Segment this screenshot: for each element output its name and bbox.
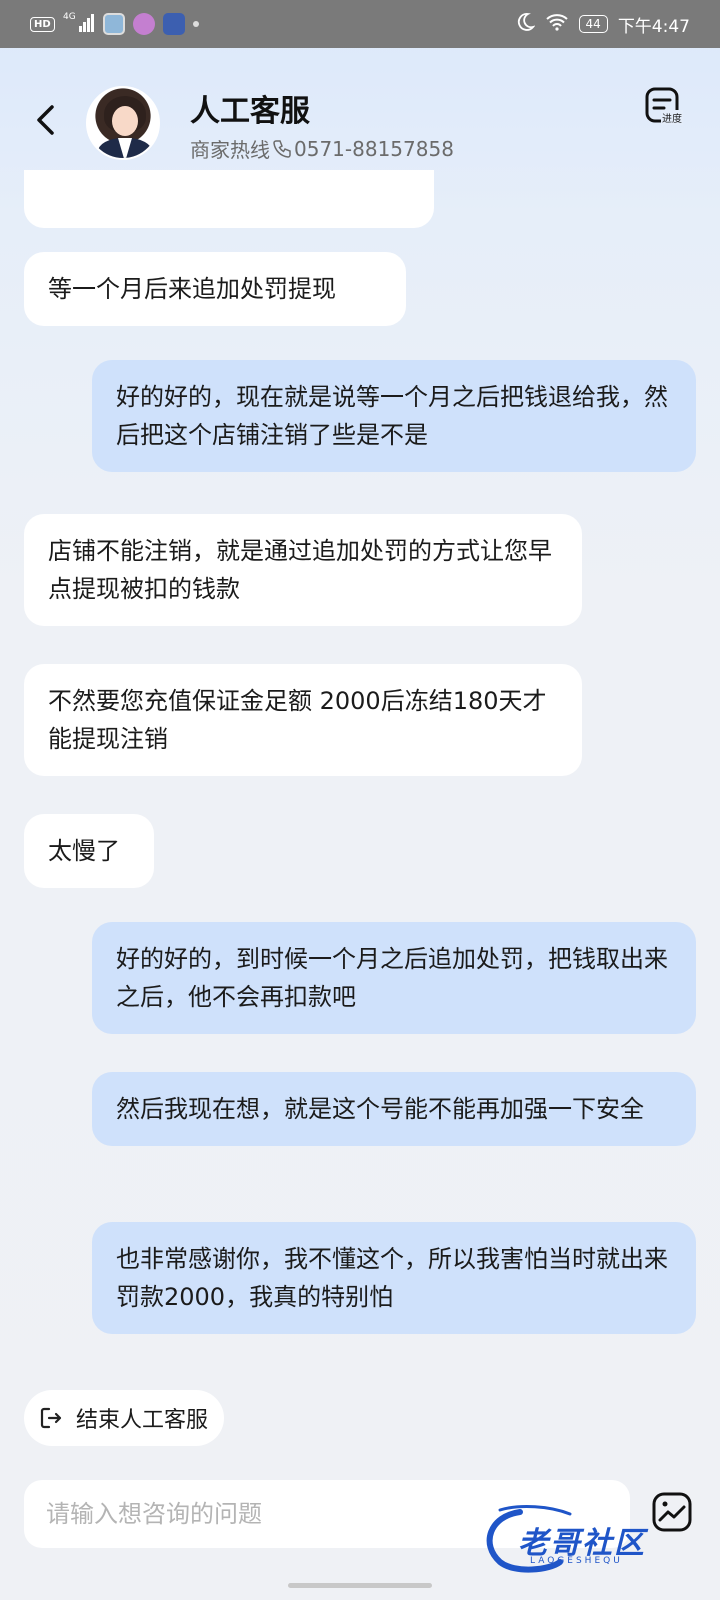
page-title: 人工客服 [190, 94, 310, 129]
app-notification-icon [102, 13, 125, 35]
message-bubble-user: 也非常感谢你，我不懂这个，所以我害怕当时就出来罚款2000，我真的特别怕 [92, 1222, 696, 1334]
watermark-subtext: LAOGESHEQU [530, 1556, 623, 1566]
progress-button[interactable]: 进度 [640, 86, 684, 134]
moon-icon [515, 12, 536, 37]
end-human-service-button[interactable]: 结束人工客服 [24, 1390, 225, 1446]
app-notification-icon [132, 13, 155, 35]
signal-icon: 4G [63, 11, 95, 38]
message-bubble-user: 好的好的，现在就是说等一个月之后把钱退给我，然后把这个店铺注销了些是不是 [92, 360, 696, 472]
network-type: 4G [63, 12, 76, 22]
avatar[interactable] [86, 86, 160, 160]
phone-icon [273, 139, 291, 158]
end-service-label: 结束人工客服 [76, 1408, 209, 1433]
message-bubble-agent: 不然要您充值保证金足额 2000后冻结180天才能提现注销 [24, 664, 582, 776]
message-bubble-user: 然后我现在想，就是这个号能不能再加强一下安全 [92, 1072, 696, 1146]
app-notification-icon [162, 13, 185, 35]
message-bubble-agent: 太慢了 [24, 814, 154, 888]
hd-indicator: HD [30, 16, 55, 32]
back-arrow-icon [37, 105, 54, 135]
exit-icon [40, 1407, 62, 1429]
wifi-icon [545, 12, 569, 37]
message-bubble-agent: 等一个月后来追加处罚提现 [24, 252, 406, 326]
back-button[interactable] [28, 98, 64, 142]
merchant-hotline[interactable]: 商家热线 0571-88157858 [190, 134, 454, 163]
status-bar: HD 4G 44 下午4:47 [0, 0, 720, 48]
battery-indicator: 44 [578, 15, 608, 33]
hotline-label: 商家热线 [190, 138, 270, 162]
clock: 下午4:47 [617, 16, 690, 37]
more-notifications-dot [192, 21, 199, 27]
progress-label: 进度 [661, 110, 683, 125]
message-bubble-partial [24, 170, 434, 228]
hotline-number: 0571-88157858 [294, 136, 454, 161]
message-bubble-user: 好的好的，到时候一个月之后追加处罚，把钱取出来之后，他不会再扣款吧 [92, 922, 696, 1034]
message-bubble-agent: 店铺不能注销，就是通过追加处罚的方式让您早点提现被扣的钱款 [24, 514, 582, 626]
home-indicator[interactable] [288, 1583, 432, 1588]
